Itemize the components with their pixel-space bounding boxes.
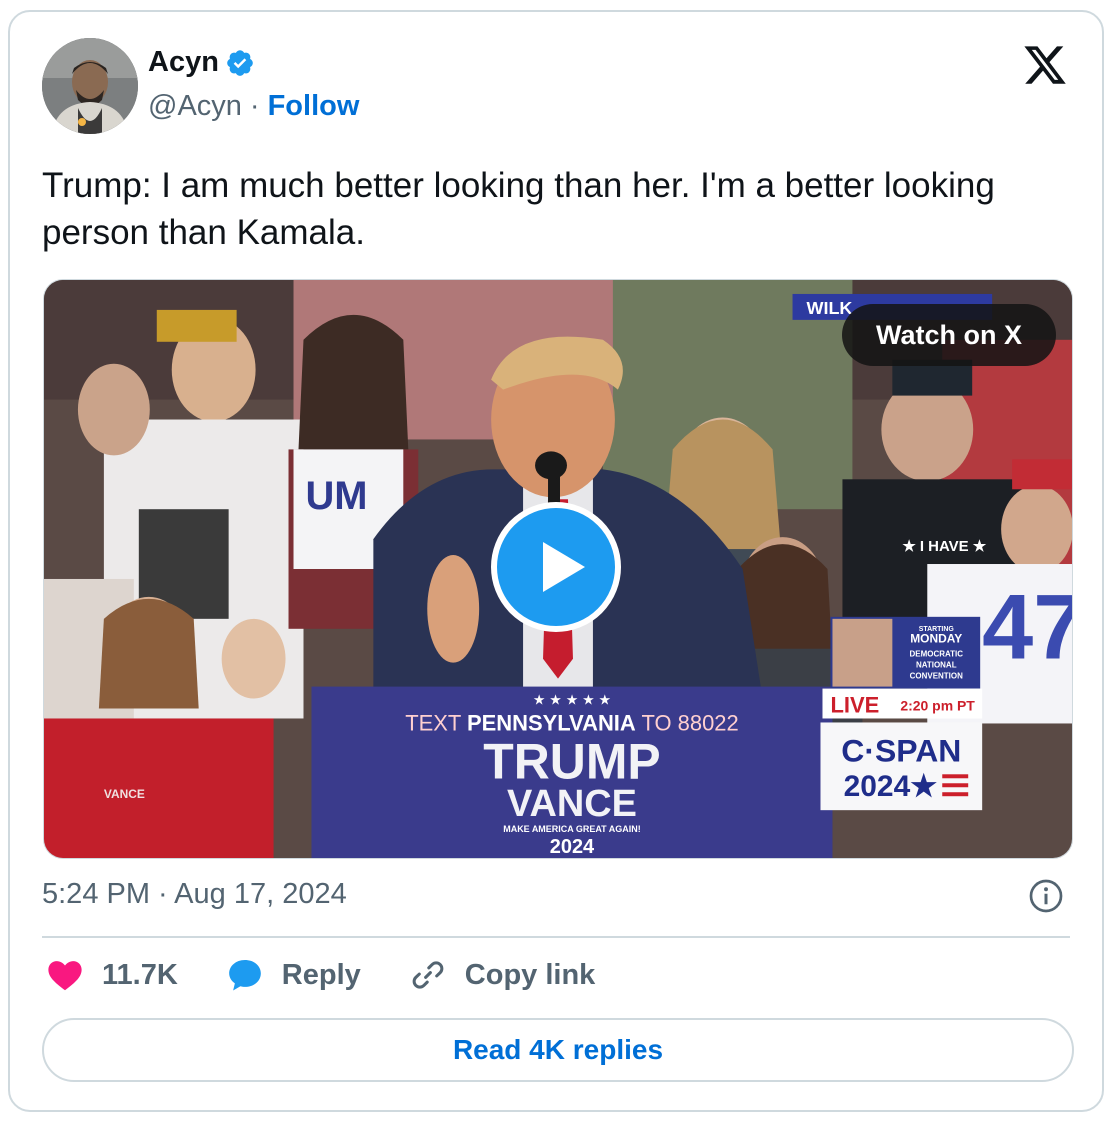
promo-convention: CONVENTION (910, 672, 963, 681)
follow-button[interactable]: Follow (268, 90, 360, 123)
like-button[interactable]: 11.7K (46, 956, 178, 994)
action-bar: 11.7K Reply Copy link (46, 956, 643, 994)
promo-democratic: DEMOCRATIC (910, 650, 964, 659)
watch-on-x-button[interactable]: Watch on X (842, 304, 1056, 366)
reply-label: Reply (281, 958, 361, 991)
author-handle[interactable]: @Acyn (148, 90, 242, 123)
svg-text:UM: UM (305, 474, 367, 518)
verified-badge-icon (227, 49, 253, 76)
video-player[interactable]: UM 47 ★ I HAVE ★ WILK ★ ★ ★ ★ ★ TEXT PEN… (43, 279, 1073, 859)
podium-line1-post: TO 88022 (636, 710, 739, 735)
tweet-text: Trump: I am much better looking than her… (42, 166, 995, 252)
promo-national: NATIONAL (916, 661, 957, 670)
podium-trump: TRUMP (483, 733, 660, 789)
copy-link-label: Copy link (464, 958, 596, 991)
play-icon (543, 542, 585, 592)
copy-link-button[interactable]: Copy link (409, 956, 596, 994)
tweet-timestamp[interactable]: 5:24 PM · Aug 17, 2024 (42, 878, 347, 911)
read-replies-button[interactable]: Read 4K replies (42, 1018, 1074, 1082)
podium-year: 2024 (550, 836, 594, 858)
promo-monday: MONDAY (910, 632, 962, 646)
live-label: LIVE (830, 693, 879, 718)
handle-separator: · (249, 90, 260, 122)
podium-vance: VANCE (507, 783, 637, 825)
link-icon (412, 961, 444, 989)
podium-line1-bold: PENNSYLVANIA (467, 710, 636, 735)
sign-47: 47 (982, 577, 1072, 679)
author-display-name[interactable]: Acyn (148, 46, 219, 79)
info-icon[interactable] (1028, 878, 1064, 914)
reply-button[interactable]: Reply (226, 956, 361, 994)
heart-icon (48, 961, 82, 991)
podium-stars: ★ ★ ★ ★ ★ (533, 692, 611, 708)
tweet-card: Acyn @Acyn · Follow Trump: I am much bet… (8, 10, 1104, 1112)
avatar-image (42, 38, 138, 134)
play-button[interactable] (491, 502, 621, 632)
x-logo-icon[interactable] (1022, 42, 1068, 88)
svg-text:TEXT PENNSYLVANIA TO 88022: TEXT PENNSYLVANIA TO 88022 (405, 710, 739, 735)
avatar[interactable] (42, 38, 138, 134)
podium-slogan: MAKE AMERICA GREAT AGAIN! (503, 824, 640, 834)
author-name-row: Acyn (148, 46, 255, 79)
author-handle-row: @Acyn · Follow (148, 90, 359, 123)
podium-line1-pre: TEXT (405, 710, 467, 735)
cspan-year: 2024★ (844, 770, 938, 803)
shirt-vance: VANCE (104, 787, 145, 801)
cspan-logo: C·SPAN (841, 732, 961, 768)
live-time: 2:20 pm PT (900, 698, 975, 714)
location-banner: WILK (807, 298, 853, 318)
like-count: 11.7K (102, 958, 178, 991)
divider (42, 936, 1070, 938)
reply-bubble-icon (228, 959, 261, 991)
sign-i-have: ★ I HAVE ★ (902, 538, 986, 555)
